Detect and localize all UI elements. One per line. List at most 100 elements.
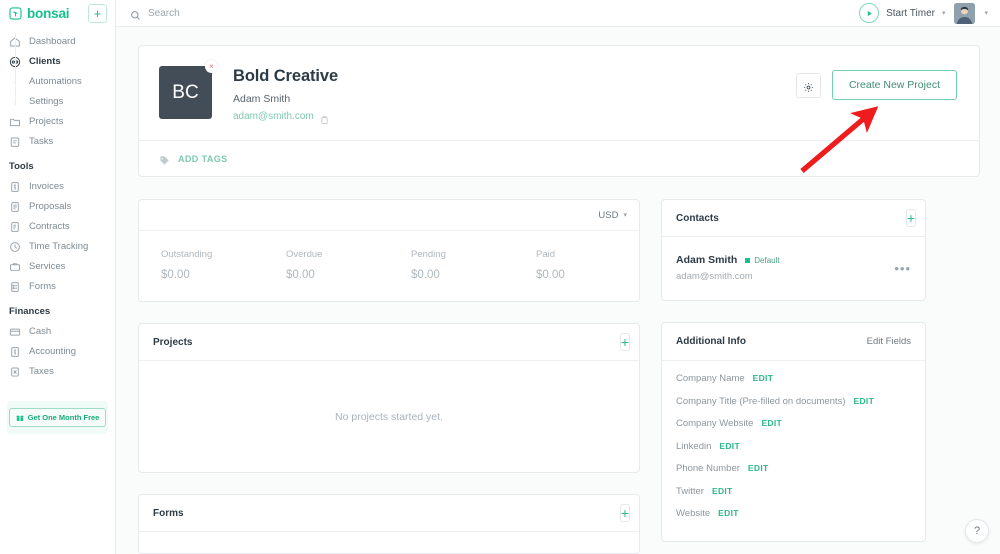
- sidebar-item-accounting[interactable]: Accounting: [0, 342, 115, 361]
- user-avatar[interactable]: [954, 2, 976, 24]
- client-email[interactable]: adam@smith.com: [233, 111, 314, 122]
- remove-avatar-icon[interactable]: ×: [205, 60, 218, 73]
- forms-card: Forms +: [138, 494, 640, 554]
- sidebar-item-cash[interactable]: Cash: [0, 322, 115, 341]
- edit-link[interactable]: EDIT: [712, 486, 733, 496]
- currency-selector[interactable]: USD ▾: [598, 210, 627, 221]
- contact-name: Adam Smith: [676, 254, 738, 266]
- edit-link[interactable]: EDIT: [753, 373, 774, 383]
- contacts-card: Contacts + Adam Smith Default adam@smith…: [661, 199, 926, 301]
- client-avatar[interactable]: BC ×: [159, 60, 218, 119]
- add-tags-button[interactable]: ADD TAGS: [178, 154, 228, 164]
- info-row-company-title: Company Title (Pre-filled on documents) …: [676, 396, 911, 407]
- sidebar-item-clients[interactable]: Clients: [0, 52, 115, 71]
- sidebar-item-projects[interactable]: Projects: [0, 112, 115, 131]
- add-project-button[interactable]: +: [619, 333, 630, 351]
- sidebar-item-services[interactable]: Services: [0, 257, 115, 276]
- page-content: BC × Bold Creative Adam Smith adam@smith…: [116, 27, 1000, 554]
- sidebar-item-label: Clients: [29, 56, 61, 67]
- stat-label: Paid: [536, 249, 556, 260]
- brand: bonsai +: [0, 0, 115, 27]
- info-label: Phone Number: [676, 463, 740, 474]
- projects-title: Projects: [153, 336, 193, 348]
- gear-icon: [803, 80, 814, 92]
- settings-button[interactable]: [795, 72, 821, 98]
- sidebar-group-finances: Finances: [9, 306, 51, 317]
- topbar-right: Start Timer ▾ ▾: [859, 2, 988, 24]
- promo-label: Get One Month Free: [27, 413, 100, 422]
- contact-more-menu-icon[interactable]: •••: [894, 261, 911, 276]
- create-new-project-button[interactable]: Create New Project: [831, 70, 957, 100]
- stat-label: Pending: [411, 249, 446, 260]
- sidebar-item-label: Automations: [29, 76, 82, 87]
- sidebar-item-label: Contracts: [29, 221, 70, 232]
- sidebar-item-forms[interactable]: Forms: [0, 277, 115, 296]
- briefcase-icon: [9, 261, 21, 273]
- forms-header: Forms +: [139, 495, 639, 532]
- sidebar-item-tasks[interactable]: Tasks: [0, 132, 115, 151]
- additional-info-header: Additional Info Edit Fields: [662, 323, 925, 361]
- info-row-linkedin: Linkedin EDIT: [676, 441, 911, 452]
- info-row-company-website: Company Website EDIT: [676, 418, 911, 429]
- add-form-button[interactable]: +: [619, 504, 630, 522]
- edit-link[interactable]: EDIT: [718, 508, 739, 518]
- sidebar-item-time-tracking[interactable]: Time Tracking: [0, 237, 115, 256]
- client-header-card: BC × Bold Creative Adam Smith adam@smith…: [138, 45, 980, 177]
- sidebar-item-settings[interactable]: · Settings: [0, 92, 115, 111]
- sidebar-item-label: Time Tracking: [29, 241, 89, 252]
- sidebar-item-label: Accounting: [29, 346, 77, 357]
- edit-link[interactable]: EDIT: [719, 441, 740, 451]
- sidebar-item-label: Tasks: [29, 136, 54, 147]
- edit-link[interactable]: EDIT: [748, 463, 769, 473]
- stat-value: $0.00: [536, 269, 565, 281]
- card-icon: [9, 326, 21, 338]
- sidebar-item-label: Projects: [29, 116, 64, 127]
- brand-name: bonsai: [27, 5, 70, 21]
- info-label: Website: [676, 508, 711, 519]
- tags-row: ADD TAGS: [139, 140, 979, 176]
- client-initials: BC: [172, 81, 199, 103]
- stat-label: Outstanding: [161, 249, 213, 260]
- start-timer-button[interactable]: Start Timer ▾: [859, 3, 945, 23]
- taxes-icon: [9, 366, 21, 378]
- finance-stats-card: USD ▾ Outstanding $0.00 Overdue $0.00 Pe…: [138, 199, 640, 302]
- additional-info-body: Company Name EDIT Company Title (Pre-fil…: [662, 361, 925, 541]
- edit-link[interactable]: EDIT: [761, 418, 782, 428]
- sidebar-item-label: Taxes: [29, 366, 54, 377]
- topbar: Start Timer ▾ ▾: [116, 0, 1000, 27]
- chevron-down-icon: ▾: [941, 10, 946, 17]
- search-input[interactable]: [148, 7, 368, 19]
- edit-link[interactable]: EDIT: [854, 396, 875, 406]
- copy-icon[interactable]: [320, 112, 329, 124]
- sidebar-item-taxes[interactable]: Taxes: [0, 362, 115, 381]
- contacts-header-actions: +: [905, 208, 916, 228]
- promo-box: Get One Month Free: [7, 401, 108, 434]
- edit-fields-button[interactable]: Edit Fields: [867, 336, 911, 347]
- stat-value: $0.00: [286, 269, 315, 281]
- sidebar-item-proposals[interactable]: Proposals: [0, 197, 115, 216]
- stats-header: USD ▾: [139, 200, 639, 231]
- sidebar-item-invoices[interactable]: Invoices: [0, 177, 115, 196]
- add-new-button[interactable]: +: [88, 4, 107, 23]
- sidebar-item-label: Proposals: [29, 201, 72, 212]
- contacts-title: Contacts: [676, 212, 719, 224]
- play-icon: [859, 3, 880, 23]
- stat-outstanding: Outstanding $0.00: [139, 249, 264, 281]
- add-contact-button[interactable]: +: [905, 209, 916, 227]
- search-container[interactable]: [130, 7, 368, 20]
- help-button[interactable]: ?: [965, 519, 989, 543]
- info-label: Company Name: [676, 373, 745, 384]
- client-actions: Create New Project: [795, 66, 957, 100]
- info-label: Company Website: [676, 418, 754, 429]
- list-item[interactable]: Adam Smith Default adam@smith.com •••: [662, 237, 925, 300]
- sidebar-item-contracts[interactable]: Contracts: [0, 217, 115, 236]
- client-contact-person: Adam Smith: [233, 93, 291, 105]
- sidebar-item-dashboard[interactable]: Dashboard: [0, 32, 115, 51]
- info-label: Company Title (Pre-filled on documents): [676, 395, 846, 407]
- chevron-down-icon[interactable]: ▾: [984, 9, 988, 17]
- main-area: Start Timer ▾ ▾: [116, 0, 1000, 554]
- sidebar-item-automations[interactable]: · Automations: [0, 72, 115, 91]
- contacts-header: Contacts +: [662, 200, 925, 237]
- get-one-month-free-button[interactable]: Get One Month Free: [8, 408, 107, 427]
- right-column: Contacts + Adam Smith Default adam@smith…: [661, 199, 926, 554]
